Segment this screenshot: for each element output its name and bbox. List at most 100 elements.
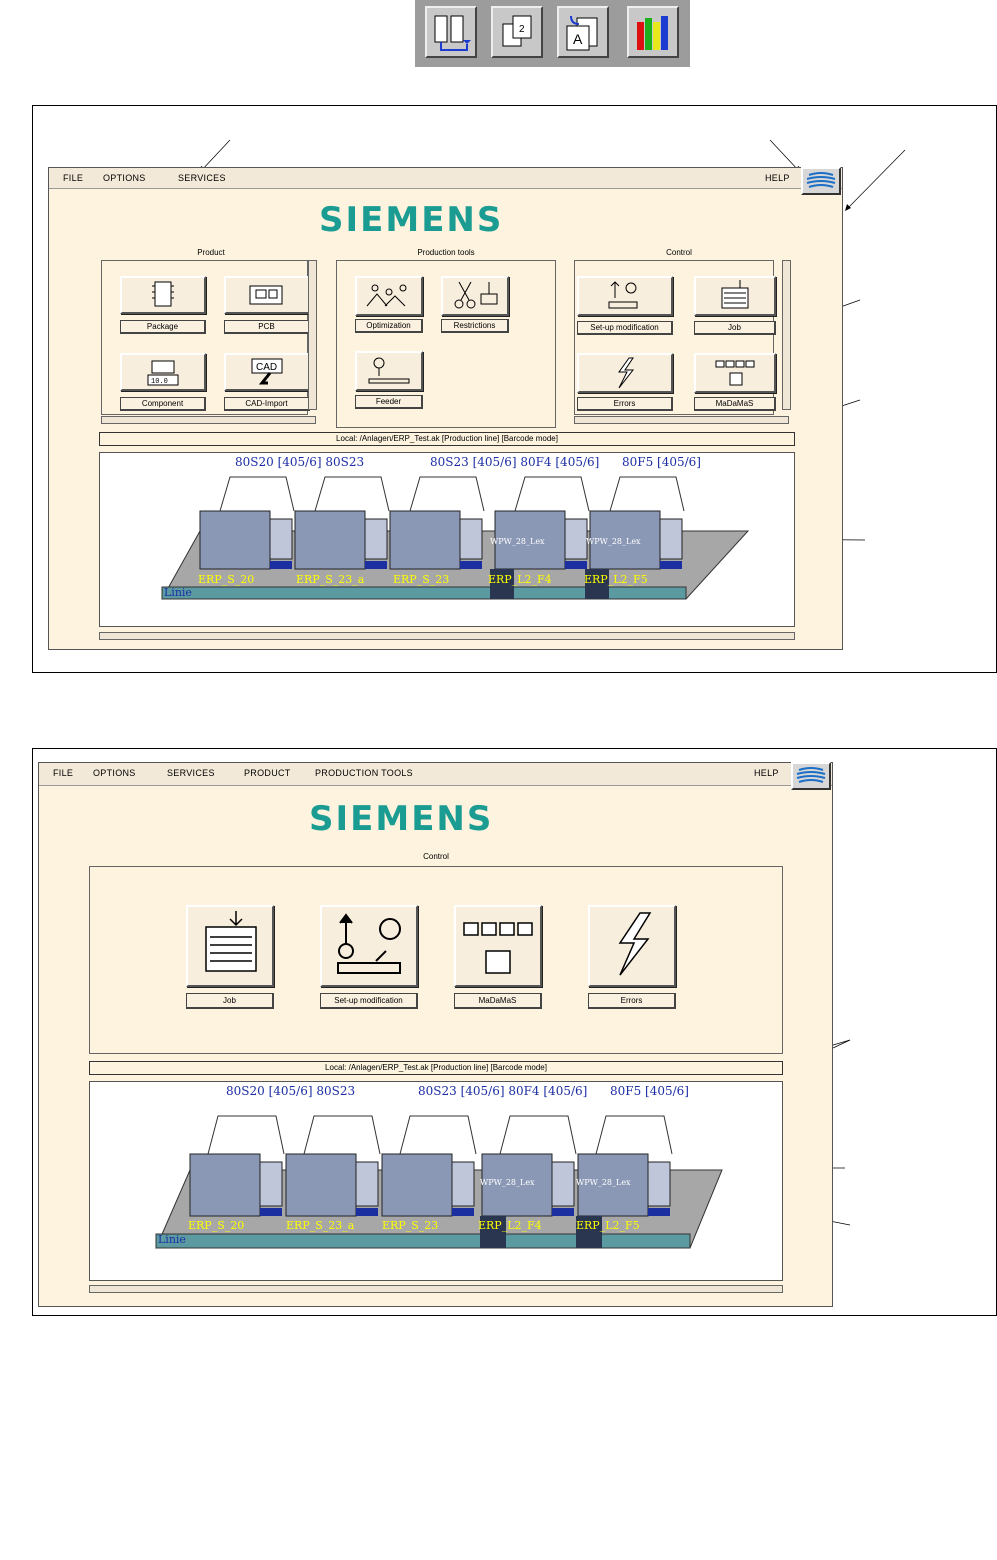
base-label: Linie [164, 586, 192, 599]
line-scrollbar-h[interactable] [99, 632, 795, 640]
station-label: ERP_L2_F4 [478, 1219, 542, 1232]
production-tools-panel: Optimization Restrictions Feeder [336, 260, 556, 428]
machine-label: 80S23 [405/6] 80F4 [405/6] [418, 1084, 588, 1098]
machine-label: 80F5 [405/6] [622, 455, 701, 469]
optimization-icon [366, 284, 407, 307]
siemens-logo-icon[interactable] [791, 762, 831, 790]
errors-label[interactable]: Errors [588, 993, 676, 1009]
component-button[interactable]: 10.0 [120, 353, 206, 391]
tools-group-label: Production tools [417, 248, 475, 257]
errors-label[interactable]: Errors [577, 397, 673, 411]
feeder-button[interactable] [355, 351, 423, 391]
machine-label: 80F5 [405/6] [610, 1084, 689, 1098]
station-label: ERP_S_20 [188, 1219, 245, 1232]
base-label: Linie [158, 1233, 186, 1246]
cad-import-label[interactable]: CAD-Import [224, 397, 310, 411]
job-button[interactable] [694, 276, 776, 316]
wpw-label: WPW_28_Lex [480, 1178, 535, 1187]
siemens-logo-icon[interactable] [801, 167, 841, 195]
job-label[interactable]: Job [694, 321, 776, 335]
siemens-logo: SIEMENS [319, 200, 504, 240]
setup-modification-button[interactable] [320, 905, 418, 987]
station-label: ERP_L2_F5 [576, 1219, 640, 1232]
machine-label: 80S20 [405/6] 80S23 [226, 1084, 356, 1098]
package-label[interactable]: Package [120, 320, 206, 334]
app-window-1: FILE OPTIONS SERVICES HELP SIEMENS Produ… [48, 167, 843, 650]
app-window-2: FILE OPTIONS SERVICES PRODUCT PRODUCTION… [38, 762, 833, 1307]
station-label: ERP_S_23 [393, 573, 450, 586]
production-line-view[interactable]: 80S20 [405/6] 80S23 80S23 [405/6] 80F4 [… [99, 452, 795, 627]
control-scrollbar-h[interactable] [574, 416, 789, 424]
package-button[interactable] [120, 276, 206, 314]
setup-modification-label[interactable]: Set-up modification [320, 993, 418, 1009]
station-label: ERP_L2_F5 [584, 573, 648, 586]
madamas-label[interactable]: MaDaMaS [454, 993, 542, 1009]
madamas-icon [463, 922, 533, 974]
production-line-view[interactable]: 80S20 [405/6] 80S23 80S23 [405/6] 80F4 [… [89, 1081, 783, 1281]
menu-product[interactable]: PRODUCT [244, 768, 291, 778]
svg-text:10.0: 10.0 [151, 378, 168, 386]
control-scrollbar-v[interactable] [782, 260, 791, 410]
setup-modification-icon [337, 913, 401, 974]
menu-bar: FILE OPTIONS SERVICES PRODUCT PRODUCTION… [39, 763, 832, 786]
menu-help[interactable]: HELP [765, 173, 790, 183]
optimization-label[interactable]: Optimization [355, 319, 423, 333]
madamas-button[interactable] [694, 353, 776, 393]
setup-modification-button[interactable] [577, 276, 673, 316]
menu-file[interactable]: FILE [53, 768, 73, 778]
menu-options[interactable]: OPTIONS [103, 173, 146, 183]
job-button[interactable] [186, 905, 274, 987]
madamas-label[interactable]: MaDaMaS [694, 397, 776, 411]
siemens-logo: SIEMENS [309, 799, 494, 839]
station-label: ERP_S_23_a [286, 1219, 355, 1232]
control-group-label: Control [666, 248, 692, 257]
pcb-label[interactable]: PCB [224, 320, 310, 334]
wpw-label: WPW_28_Lex [586, 537, 641, 546]
line-scrollbar-h[interactable] [89, 1285, 783, 1293]
product-scrollbar-h[interactable] [101, 416, 316, 424]
restrictions-button[interactable] [441, 276, 509, 316]
machine-label: 80S23 [405/6] 80F4 [405/6] [430, 455, 600, 469]
setup-modification-icon [608, 281, 638, 309]
station-label: ERP_S_23 [382, 1219, 439, 1232]
station-label: ERP_S_20 [198, 573, 255, 586]
cad-import-icon: CAD [251, 358, 283, 385]
madamas-button[interactable] [454, 905, 542, 987]
control-group-label: Control [423, 852, 449, 861]
errors-button[interactable] [588, 905, 676, 987]
menu-production-tools[interactable]: PRODUCTION TOOLS [315, 768, 413, 778]
svg-text:CAD: CAD [256, 362, 277, 373]
status-bar: Local: /Anlagen/ERP_Test.ak [Production … [89, 1061, 783, 1075]
component-label[interactable]: Component [120, 397, 206, 411]
menu-file[interactable]: FILE [63, 173, 83, 183]
menu-help[interactable]: HELP [754, 768, 779, 778]
feeder-label[interactable]: Feeder [355, 395, 423, 409]
package-icon [152, 281, 174, 307]
job-label[interactable]: Job [186, 993, 274, 1009]
setup-modification-label[interactable]: Set-up modification [577, 321, 673, 335]
restrictions-icon [454, 281, 498, 309]
product-panel: Package PCB 10.0 Component CAD CAD-Impor… [101, 260, 310, 415]
production-line-graphic [155, 1115, 723, 1249]
control-panel-large: Job Set-up modification MaDaMaS Errors [89, 866, 783, 1054]
menu-services[interactable]: SERVICES [167, 768, 215, 778]
lightning-icon [618, 357, 635, 389]
errors-button[interactable] [577, 353, 673, 393]
product-group-label: Product [197, 248, 225, 257]
pcb-icon [249, 285, 283, 305]
job-icon [721, 280, 749, 309]
optimization-button[interactable] [355, 276, 423, 316]
menu-options[interactable]: OPTIONS [93, 768, 136, 778]
product-scrollbar-v[interactable] [308, 260, 317, 410]
cad-import-button[interactable]: CAD [224, 353, 310, 391]
menu-services[interactable]: SERVICES [178, 173, 226, 183]
production-line-graphic [161, 476, 750, 600]
job-icon [205, 911, 257, 972]
menu-bar: FILE OPTIONS SERVICES HELP [49, 168, 842, 189]
feeder-icon [368, 357, 410, 384]
pcb-button[interactable] [224, 276, 310, 314]
machine-label: 80S20 [405/6] 80S23 [235, 455, 365, 469]
wpw-label: WPW_28_Lex [490, 537, 545, 546]
lightning-icon [618, 912, 652, 976]
restrictions-label[interactable]: Restrictions [441, 319, 509, 333]
